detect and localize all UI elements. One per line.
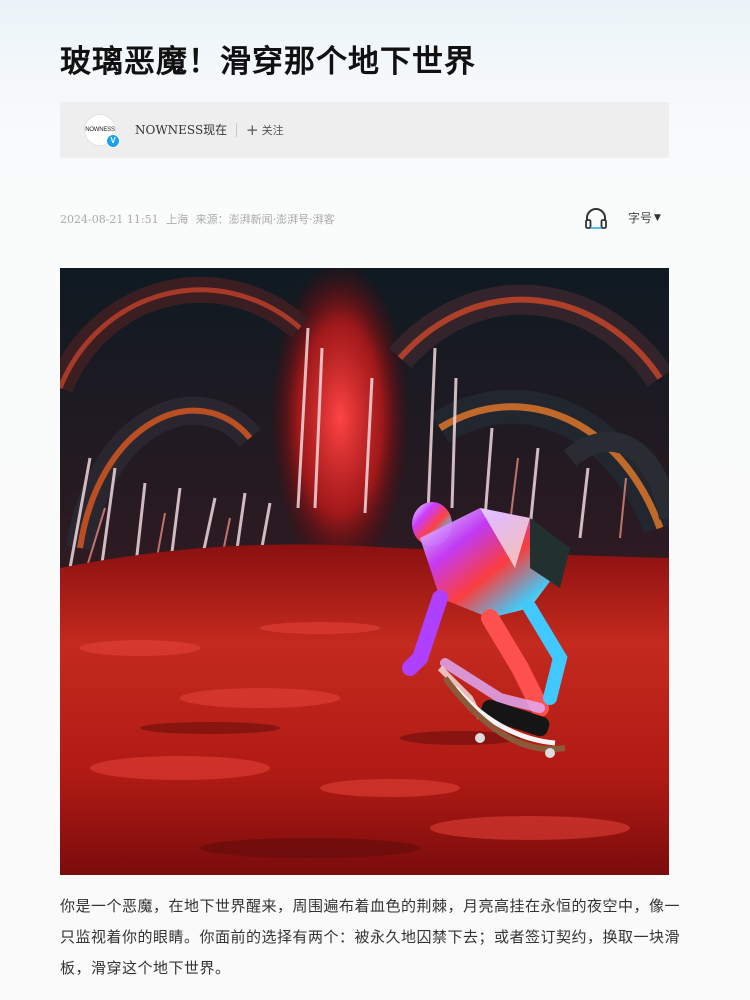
verified-badge-icon: V [106,134,120,148]
publish-location: 上海 [166,213,189,226]
hero-image [60,268,669,875]
caret-down-icon: ▼ [654,212,661,223]
avatar-logo-text: NOWNESS [85,127,115,133]
headphone-icon[interactable] [583,206,609,230]
author-name[interactable]: NOWNESS现在 [135,121,227,138]
publish-datetime: 2024-08-21 11:51 [60,213,159,226]
font-size-label: 字号 [628,211,653,225]
article-title: 玻璃恶魔！滑穿那个地下世界 [60,44,476,80]
article-body-text: 你是一个恶魔，在地下世界醒来，周围遍布着血色的荆棘，月亮高挂在永恒的夜空中，像一… [60,897,681,977]
divider [236,123,237,137]
author-card: NOWNESS V NOWNESS现在 + 关注 [60,102,669,158]
article-meta: 2024-08-21 11:51 上海 来源：澎湃新闻·澎湃号·湃客 [60,211,339,227]
follow-button[interactable]: + 关注 [246,119,284,141]
article-source: 来源：澎湃新闻·澎湃号·湃客 [195,213,335,226]
font-size-button[interactable]: 字号 ▼ [628,209,661,226]
follow-label: 关注 [261,124,284,137]
plus-icon: + [246,120,259,139]
